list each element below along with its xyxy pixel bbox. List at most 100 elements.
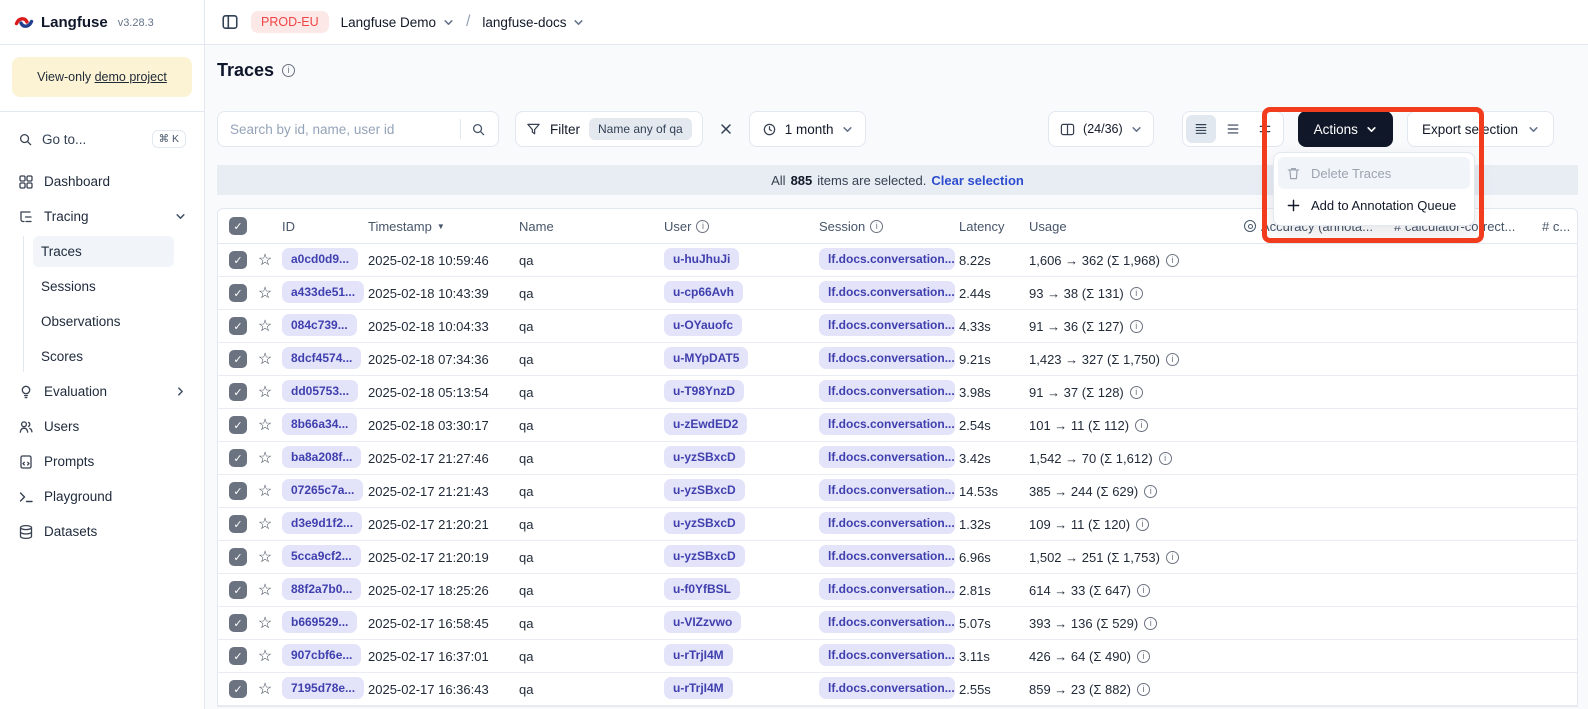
column-header-id[interactable]: ID bbox=[278, 219, 364, 234]
trace-id-badge[interactable]: dd05753... bbox=[282, 380, 358, 402]
session-badge[interactable]: lf.docs.conversation... bbox=[819, 380, 955, 402]
user-badge[interactable]: u-cp66Avh bbox=[664, 281, 743, 303]
session-badge[interactable]: lf.docs.conversation... bbox=[819, 281, 955, 303]
trace-row[interactable]: ✓☆ba8a208f...2025-02-17 21:27:46qau-yzSB… bbox=[218, 442, 1577, 475]
row-checkbox[interactable]: ✓ bbox=[229, 548, 247, 566]
row-checkbox[interactable]: ✓ bbox=[229, 680, 247, 698]
favorite-star-icon[interactable]: ☆ bbox=[252, 679, 278, 699]
user-badge[interactable]: u-zEwdED2 bbox=[664, 413, 747, 435]
trace-id-badge[interactable]: 084c739... bbox=[282, 314, 357, 336]
favorite-star-icon[interactable]: ☆ bbox=[252, 613, 278, 633]
select-all-checkbox[interactable]: ✓ bbox=[229, 217, 247, 235]
row-checkbox[interactable]: ✓ bbox=[229, 449, 247, 467]
sidebar-item-users[interactable]: Users bbox=[12, 411, 192, 442]
trace-row[interactable]: ✓☆907cbf6e...2025-02-17 16:37:01qau-rTrj… bbox=[218, 640, 1577, 673]
session-badge[interactable]: lf.docs.conversation... bbox=[819, 611, 955, 633]
favorite-star-icon[interactable]: ☆ bbox=[252, 283, 278, 303]
sidebar-item-dashboard[interactable]: Dashboard bbox=[12, 166, 192, 197]
user-badge[interactable]: u-yzSBxcD bbox=[664, 446, 745, 468]
favorite-star-icon[interactable]: ☆ bbox=[252, 547, 278, 567]
breadcrumb-org[interactable]: Langfuse Demo bbox=[341, 15, 454, 30]
column-header-usage[interactable]: Usage bbox=[1025, 219, 1240, 234]
user-badge[interactable]: u-MYpDAT5 bbox=[664, 347, 748, 369]
session-badge[interactable]: lf.docs.conversation... bbox=[819, 578, 955, 600]
favorite-star-icon[interactable]: ☆ bbox=[252, 316, 278, 336]
session-badge[interactable]: lf.docs.conversation... bbox=[819, 545, 955, 567]
search-input[interactable] bbox=[230, 122, 452, 137]
row-checkbox[interactable]: ✓ bbox=[229, 614, 247, 632]
session-badge[interactable]: lf.docs.conversation... bbox=[819, 248, 955, 270]
trace-id-badge[interactable]: d3e9d1f2... bbox=[282, 512, 362, 534]
trace-id-badge[interactable]: 907cbf6e... bbox=[282, 644, 361, 666]
row-checkbox[interactable]: ✓ bbox=[229, 647, 247, 665]
favorite-star-icon[interactable]: ☆ bbox=[252, 448, 278, 468]
clear-filter-icon[interactable] bbox=[719, 122, 733, 136]
row-height-medium-button[interactable] bbox=[1218, 115, 1248, 143]
sidebar-item-traces[interactable]: Traces bbox=[33, 236, 174, 267]
trace-row[interactable]: ✓☆8dcf4574...2025-02-18 07:34:36qau-MYpD… bbox=[218, 343, 1577, 376]
sidebar-item-observations[interactable]: Observations bbox=[33, 306, 174, 337]
column-header-c[interactable]: # c... bbox=[1538, 219, 1577, 234]
favorite-star-icon[interactable]: ☆ bbox=[252, 646, 278, 666]
breadcrumb-project[interactable]: langfuse-docs bbox=[482, 15, 584, 30]
user-badge[interactable]: u-yzSBxcD bbox=[664, 545, 745, 567]
trace-row[interactable]: ✓☆5cca9cf2...2025-02-17 21:20:19qau-yzSB… bbox=[218, 541, 1577, 574]
trace-id-badge[interactable]: a433de51... bbox=[282, 281, 364, 303]
info-icon[interactable]: i bbox=[282, 64, 295, 77]
user-badge[interactable]: u-OYauofc bbox=[664, 314, 742, 336]
sidebar-item-sessions[interactable]: Sessions bbox=[33, 271, 174, 302]
trace-id-badge[interactable]: b669529... bbox=[282, 611, 357, 633]
session-badge[interactable]: lf.docs.conversation... bbox=[819, 446, 955, 468]
trace-row[interactable]: ✓☆b669529...2025-02-17 16:58:45qau-VIZzv… bbox=[218, 607, 1577, 640]
trace-row[interactable]: ✓☆dd05753...2025-02-18 05:13:54qau-T98Yn… bbox=[218, 376, 1577, 409]
session-badge[interactable]: lf.docs.conversation... bbox=[819, 644, 955, 666]
favorite-star-icon[interactable]: ☆ bbox=[252, 415, 278, 435]
session-badge[interactable]: lf.docs.conversation... bbox=[819, 677, 955, 699]
trace-id-badge[interactable]: 7195d78e... bbox=[282, 677, 364, 699]
row-checkbox[interactable]: ✓ bbox=[229, 482, 247, 500]
favorite-star-icon[interactable]: ☆ bbox=[252, 382, 278, 402]
actions-button[interactable]: Actions bbox=[1298, 111, 1393, 147]
favorite-star-icon[interactable]: ☆ bbox=[252, 250, 278, 270]
session-badge[interactable]: lf.docs.conversation... bbox=[819, 479, 955, 501]
user-badge[interactable]: u-f0YfBSL bbox=[664, 578, 740, 600]
user-badge[interactable]: u-T98YnzD bbox=[664, 380, 744, 402]
favorite-star-icon[interactable]: ☆ bbox=[252, 349, 278, 369]
favorite-star-icon[interactable]: ☆ bbox=[252, 514, 278, 534]
row-checkbox[interactable]: ✓ bbox=[229, 284, 247, 302]
trace-row[interactable]: ✓☆8b66a34...2025-02-18 03:30:17qau-zEwdE… bbox=[218, 409, 1577, 442]
user-badge[interactable]: u-yzSBxcD bbox=[664, 479, 745, 501]
column-header-session[interactable]: Sessioni bbox=[815, 219, 955, 234]
sidebar-item-scores[interactable]: Scores bbox=[33, 341, 174, 372]
row-height-large-button[interactable] bbox=[1250, 115, 1280, 143]
time-range-button[interactable]: 1 month bbox=[749, 111, 866, 147]
filter-button[interactable]: Filter Name any of qa bbox=[515, 111, 703, 147]
menu-item-delete-traces[interactable]: Delete Traces bbox=[1278, 157, 1470, 189]
session-badge[interactable]: lf.docs.conversation... bbox=[819, 314, 955, 336]
row-checkbox[interactable]: ✓ bbox=[229, 350, 247, 368]
row-height-small-button[interactable] bbox=[1186, 115, 1216, 143]
trace-row[interactable]: ✓☆88f2a7b0...2025-02-17 18:25:26qau-f0Yf… bbox=[218, 574, 1577, 607]
export-selection-button[interactable]: Export selection bbox=[1407, 111, 1554, 147]
trace-row[interactable]: ✓☆a433de51...2025-02-18 10:43:39qau-cp66… bbox=[218, 277, 1577, 310]
columns-button[interactable]: (24/36) bbox=[1048, 111, 1154, 147]
trace-id-badge[interactable]: 07265c7a... bbox=[282, 479, 363, 501]
sidebar-item-evaluation[interactable]: Evaluation bbox=[12, 376, 192, 407]
column-header-user[interactable]: Useri bbox=[660, 219, 815, 234]
sidebar-toggle-icon[interactable] bbox=[221, 13, 239, 31]
user-badge[interactable]: u-rTrjI4M bbox=[664, 677, 733, 699]
trace-id-badge[interactable]: 8dcf4574... bbox=[282, 347, 361, 369]
trace-id-badge[interactable]: 5cca9cf2... bbox=[282, 545, 361, 567]
session-badge[interactable]: lf.docs.conversation... bbox=[819, 512, 955, 534]
search-icon[interactable] bbox=[471, 122, 486, 137]
filter-chip[interactable]: Name any of qa bbox=[589, 118, 692, 140]
session-badge[interactable]: lf.docs.conversation... bbox=[819, 347, 955, 369]
trace-id-badge[interactable]: ba8a208f... bbox=[282, 446, 361, 468]
sidebar-item-prompts[interactable]: Prompts bbox=[12, 446, 192, 477]
user-badge[interactable]: u-rTrjI4M bbox=[664, 644, 733, 666]
trace-id-badge[interactable]: 8b66a34... bbox=[282, 413, 357, 435]
trace-row[interactable]: ✓☆7195d78e...2025-02-17 16:36:43qau-rTrj… bbox=[218, 673, 1577, 706]
row-checkbox[interactable]: ✓ bbox=[229, 251, 247, 269]
demo-project-link[interactable]: demo project bbox=[95, 70, 167, 84]
column-header-latency[interactable]: Latency bbox=[955, 219, 1025, 234]
